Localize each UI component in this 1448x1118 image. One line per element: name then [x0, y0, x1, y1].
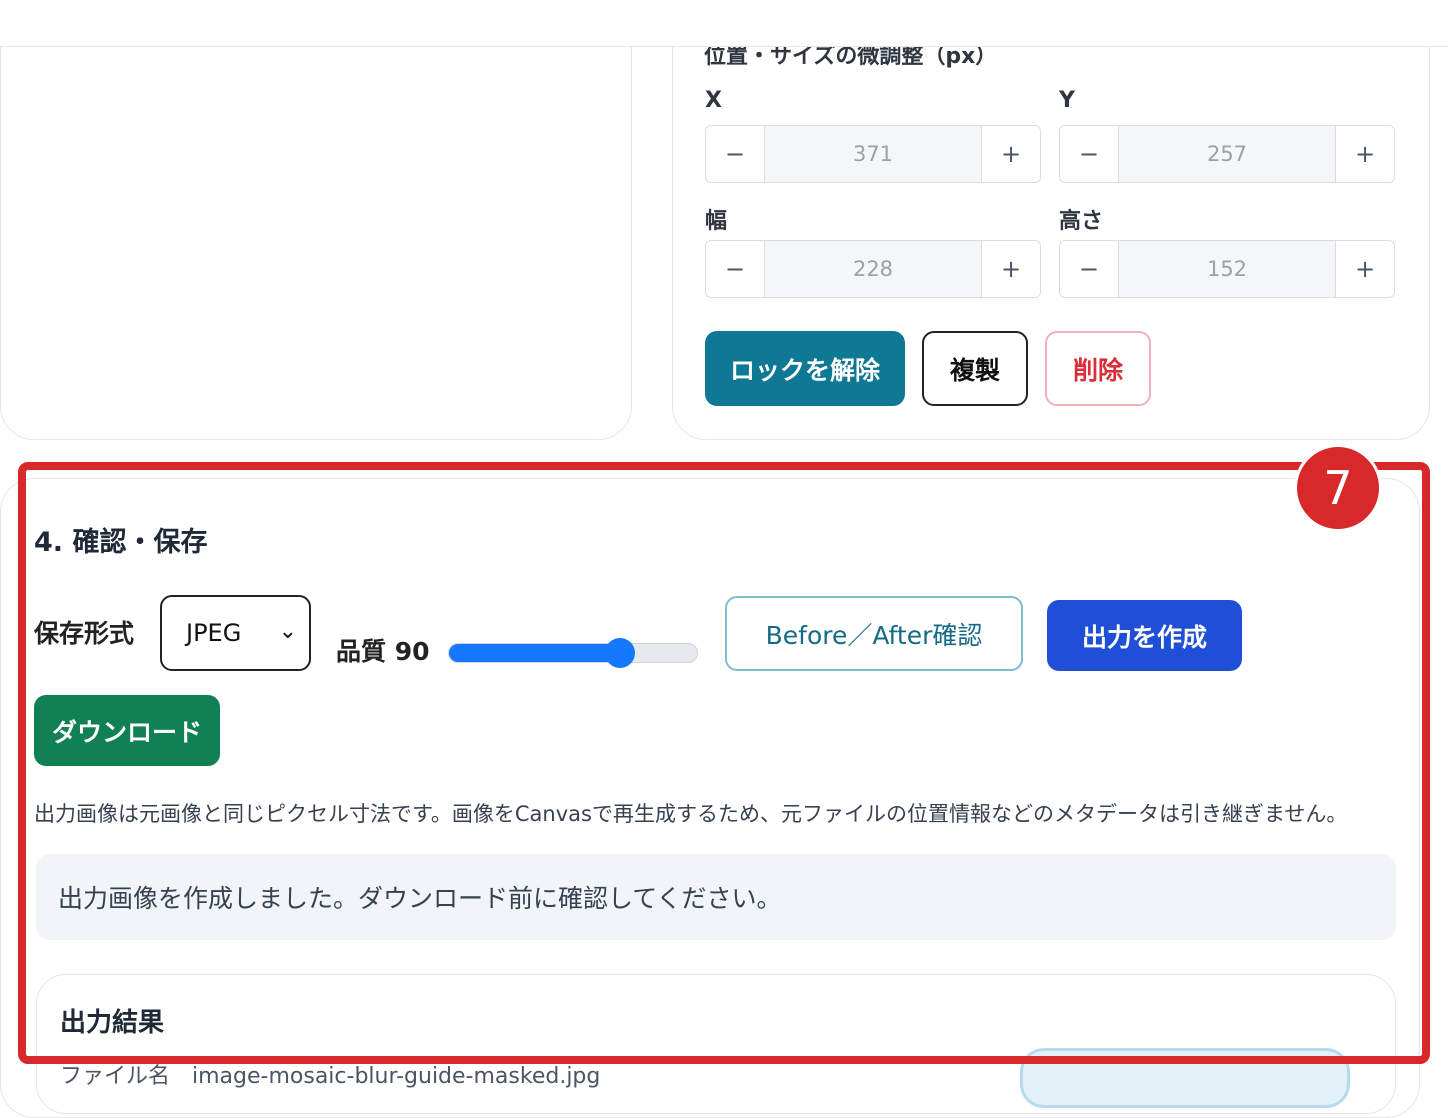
y-decrement-button[interactable]: −: [1060, 126, 1119, 182]
height-value-input[interactable]: 152: [1119, 241, 1335, 297]
status-message: 出力画像を作成しました。ダウンロード前に確認してください。: [36, 854, 1396, 940]
output-thumbnail: [1020, 1048, 1350, 1108]
duplicate-button[interactable]: 複製: [922, 331, 1028, 406]
create-output-button[interactable]: 出力を作成: [1047, 600, 1242, 671]
format-label: 保存形式: [34, 619, 135, 648]
output-note: 出力画像は元画像と同じピクセル寸法です。画像をCanvasで再生成するため、元フ…: [34, 802, 1348, 826]
y-stepper: − 257 +: [1059, 125, 1395, 183]
quality-slider-fill: [449, 644, 620, 662]
y-value-input[interactable]: 257: [1119, 126, 1335, 182]
height-stepper: − 152 +: [1059, 240, 1395, 298]
y-label: Y: [1059, 88, 1075, 113]
format-select[interactable]: JPEG ⌄: [160, 595, 311, 671]
y-increment-button[interactable]: +: [1335, 126, 1394, 182]
quality-label: 品質 90: [336, 637, 430, 666]
height-label: 高さ: [1059, 209, 1104, 234]
section-title: 4. 確認・保存: [34, 527, 208, 558]
width-increment-button[interactable]: +: [981, 241, 1040, 297]
unlock-button[interactable]: ロックを解除: [705, 331, 905, 406]
x-decrement-button[interactable]: −: [706, 126, 765, 182]
x-label: X: [705, 88, 722, 113]
width-decrement-button[interactable]: −: [706, 241, 765, 297]
top-bar: [0, 0, 1448, 47]
height-decrement-button[interactable]: −: [1060, 241, 1119, 297]
width-value-input[interactable]: 228: [765, 241, 981, 297]
output-filename: ファイル名 image-mosaic-blur-guide-masked.jpg: [60, 1064, 601, 1089]
step-badge: 7: [1294, 444, 1382, 532]
width-stepper: − 228 +: [705, 240, 1041, 298]
delete-button[interactable]: 削除: [1045, 331, 1151, 406]
before-after-button[interactable]: Before／After確認: [725, 596, 1023, 671]
quality-slider-thumb[interactable]: [605, 638, 635, 668]
width-label: 幅: [705, 209, 728, 234]
status-message-text: 出力画像を作成しました。ダウンロード前に確認してください。: [58, 884, 782, 913]
left-panel-card: [0, 0, 632, 440]
x-stepper: − 371 +: [705, 125, 1041, 183]
chevron-down-icon: ⌄: [278, 619, 297, 644]
download-button[interactable]: ダウンロード: [34, 695, 220, 766]
x-value-input[interactable]: 371: [765, 126, 981, 182]
quality-slider[interactable]: [448, 638, 698, 668]
x-increment-button[interactable]: +: [981, 126, 1040, 182]
height-increment-button[interactable]: +: [1335, 241, 1394, 297]
format-select-value: JPEG: [186, 619, 242, 647]
output-result-title: 出力結果: [60, 1008, 165, 1038]
